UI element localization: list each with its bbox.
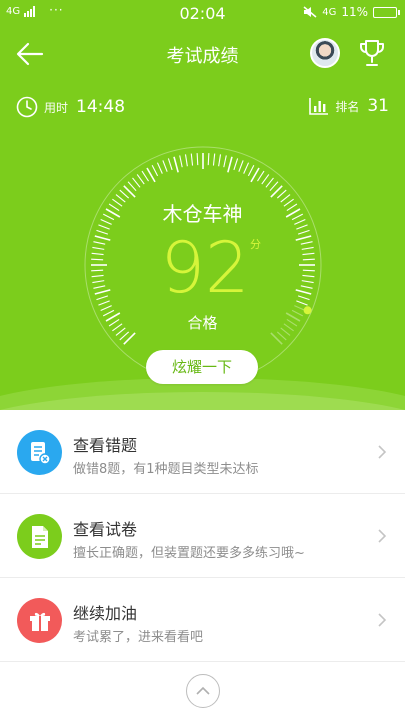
status-bar: 4G ··· 02:04 4G 11% bbox=[0, 0, 405, 28]
gauge-tick bbox=[302, 252, 315, 256]
gauge-tick bbox=[93, 285, 106, 289]
gauge-tick bbox=[302, 274, 315, 278]
gauge-tick bbox=[173, 156, 179, 173]
top-bar: 考试成绩 bbox=[0, 28, 405, 80]
bar-chart-icon bbox=[309, 98, 329, 115]
time-stat: 用时 14:48 bbox=[16, 96, 125, 118]
gauge-tick bbox=[100, 305, 112, 312]
gauge-tick bbox=[276, 331, 287, 341]
gauge-tick bbox=[295, 235, 312, 241]
gauge-tick bbox=[141, 170, 149, 182]
time-label: 用时 bbox=[44, 100, 69, 115]
clock-icon bbox=[16, 96, 38, 118]
gauge-tick bbox=[92, 280, 105, 284]
gauge-tick bbox=[91, 269, 104, 272]
gauge-tick bbox=[132, 177, 141, 188]
scroll-up-button[interactable] bbox=[186, 674, 220, 708]
wrong-questions-icon bbox=[17, 430, 62, 475]
gauge-tick bbox=[184, 154, 188, 167]
gauge-tick bbox=[302, 269, 315, 272]
gauge-tick bbox=[243, 162, 250, 174]
rank-stat: 排名 31 bbox=[309, 96, 389, 116]
gauge-tick bbox=[227, 156, 233, 173]
gauge-tick bbox=[212, 153, 216, 166]
item-title: 查看错题 bbox=[73, 436, 138, 455]
list-item-keep-going[interactable]: 继续加油 考试累了，进来看看吧 bbox=[0, 578, 405, 662]
rank-value: 31 bbox=[367, 96, 389, 116]
gauge-tick bbox=[167, 158, 173, 171]
player-name: 木仓车神 bbox=[162, 202, 243, 226]
gauge-tick bbox=[302, 258, 315, 261]
gauge-tick bbox=[119, 189, 130, 199]
gauge-tick bbox=[297, 295, 310, 301]
action-list: 查看错题 做错8题，有1种题目类型未达标 查看试卷 擅长正确题，但装置题还要多多… bbox=[0, 410, 405, 662]
network-label-right: 4G bbox=[322, 6, 337, 18]
gauge-tick bbox=[119, 331, 130, 341]
gauge-tick bbox=[265, 177, 274, 188]
gauge-tick bbox=[297, 229, 310, 235]
gauge-tick bbox=[94, 289, 111, 295]
item-title: 查看试卷 bbox=[73, 520, 138, 539]
gauge-tick bbox=[96, 229, 109, 235]
gauge-tick bbox=[92, 246, 105, 250]
rank-label: 排名 bbox=[335, 99, 360, 114]
score-unit: 分 bbox=[250, 238, 261, 251]
gauge-tick bbox=[93, 241, 106, 245]
gauge-tick bbox=[136, 174, 145, 185]
gauge-tick bbox=[179, 155, 183, 168]
trophy-icon[interactable] bbox=[358, 38, 386, 68]
gauge-tick bbox=[91, 258, 104, 261]
page-title: 考试成绩 bbox=[166, 46, 239, 67]
gauge-tick bbox=[295, 289, 312, 295]
gauge-tick bbox=[190, 153, 194, 166]
result-hero: 4G ··· 02:04 4G 11% 考试成绩 用时 14:48 排名 31 … bbox=[0, 0, 405, 410]
paper-icon bbox=[17, 514, 62, 559]
chevron-right-icon bbox=[378, 613, 387, 627]
gauge-tick bbox=[94, 235, 111, 241]
gauge-tick bbox=[301, 246, 314, 250]
score-value: 92 bbox=[160, 227, 250, 309]
pass-status: 合格 bbox=[187, 314, 218, 332]
gauge-tick bbox=[269, 181, 279, 192]
time-value: 14:48 bbox=[76, 97, 126, 117]
gauge-tick bbox=[218, 154, 222, 167]
battery-icon bbox=[373, 6, 400, 18]
share-button[interactable]: 炫耀一下 bbox=[146, 350, 258, 384]
mute-icon bbox=[303, 6, 317, 18]
list-item-view-paper[interactable]: 查看试卷 擅长正确题，但装置题还要多多练习哦~ bbox=[0, 494, 405, 578]
item-subtitle: 考试累了，进来看看吧 bbox=[73, 630, 204, 645]
gauge-tick bbox=[300, 285, 313, 289]
gauge-tick bbox=[151, 164, 159, 177]
chevron-right-icon bbox=[378, 445, 387, 459]
chevron-up-icon bbox=[196, 686, 210, 695]
gauge-tick bbox=[196, 153, 199, 166]
gauge-tick bbox=[127, 181, 137, 192]
item-subtitle: 做错8题，有1种题目类型未达标 bbox=[73, 462, 259, 477]
gauge-tick bbox=[96, 295, 109, 301]
gauge-tick bbox=[296, 300, 308, 306]
list-item-wrong-questions[interactable]: 查看错题 做错8题，有1种题目类型未达标 bbox=[0, 410, 405, 494]
gauge-tick bbox=[162, 160, 168, 172]
gauge-tick bbox=[98, 300, 110, 306]
gauge-tick bbox=[207, 153, 210, 166]
gauge-tick bbox=[300, 241, 313, 245]
gauge-tick bbox=[257, 170, 265, 182]
gauge-tick bbox=[261, 174, 270, 185]
gauge-tick bbox=[233, 158, 239, 171]
gauge-tick bbox=[247, 164, 255, 177]
gauge-tick bbox=[91, 252, 104, 256]
gauge-tick bbox=[238, 160, 244, 172]
gauge-tick bbox=[301, 280, 314, 284]
gauge-tick bbox=[276, 189, 287, 199]
footer bbox=[0, 662, 405, 720]
gauge-tick bbox=[223, 155, 227, 168]
chevron-right-icon bbox=[378, 529, 387, 543]
gauge-tick bbox=[91, 274, 104, 278]
battery-percent: 11% bbox=[341, 5, 368, 19]
gift-icon bbox=[17, 598, 62, 643]
item-title: 继续加油 bbox=[73, 604, 138, 623]
avatar[interactable] bbox=[310, 38, 340, 68]
gauge-tick bbox=[156, 162, 163, 174]
item-subtitle: 擅长正确题，但装置题还要多多练习哦~ bbox=[73, 546, 305, 561]
